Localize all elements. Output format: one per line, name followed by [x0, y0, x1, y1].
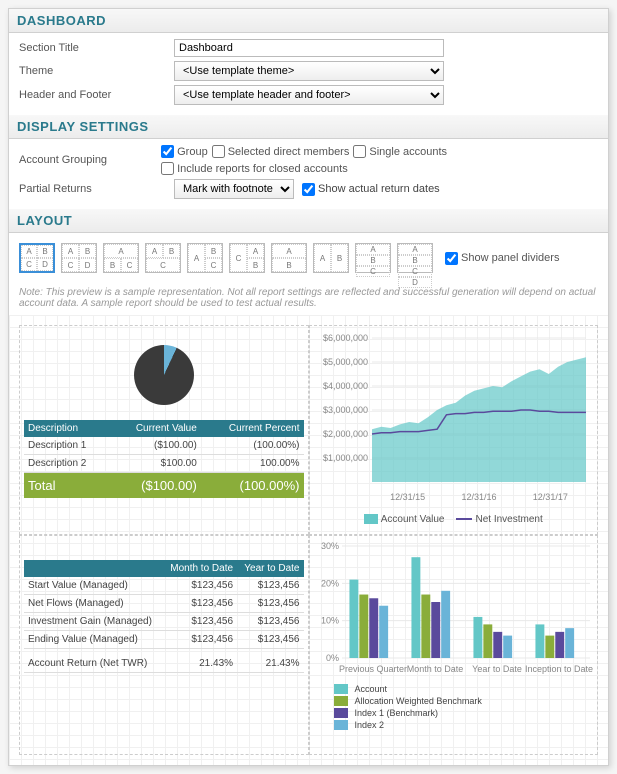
preview-cell-b: $1,000,000 $2,000,000 $3,000,000 $4,000,000… — [309, 325, 599, 535]
theme-select[interactable]: <Use template theme> — [174, 61, 444, 81]
header-footer-select[interactable]: <Use template header and footer> — [174, 85, 444, 105]
preview-cell-d: 0% 10% 20% 30% Previous QuarterMonth to Date… — [309, 535, 599, 755]
svg-text:12/31/15: 12/31/15 — [390, 492, 425, 502]
performance-table: Month to DateYear to Date Start Value (M… — [24, 560, 304, 673]
layout-thumb-8[interactable]: AB — [313, 243, 349, 273]
svg-text:$5,000,000: $5,000,000 — [322, 357, 367, 367]
layout-thumb-9[interactable]: ABC — [355, 243, 391, 273]
svg-text:Month to Date: Month to Date — [406, 664, 463, 674]
section-header-layout: LAYOUT — [9, 209, 608, 233]
single-accounts-checkbox[interactable] — [353, 145, 366, 158]
table-row: Description 1($100.00)(100.00%) — [24, 437, 304, 455]
header-footer-label: Header and Footer — [19, 89, 174, 101]
section-header-display: DISPLAY SETTINGS — [9, 115, 608, 139]
show-actual-label: Show actual return dates — [318, 183, 440, 195]
svg-text:Inception to Date: Inception to Date — [524, 664, 592, 674]
include-closed-checkbox[interactable] — [161, 162, 174, 175]
svg-text:0%: 0% — [325, 653, 338, 663]
layout-thumb-1[interactable]: ABCD — [19, 243, 55, 273]
account-grouping-label: Account Grouping — [19, 154, 161, 166]
layout-note: Note: This preview is a sample represent… — [9, 287, 608, 315]
svg-text:12/31/17: 12/31/17 — [532, 492, 567, 502]
svg-text:$6,000,000: $6,000,000 — [322, 333, 367, 343]
layout-thumb-3[interactable]: ABC — [103, 243, 139, 273]
group-checkbox[interactable] — [161, 145, 174, 158]
section-title-input[interactable] — [174, 39, 444, 57]
section-header-dashboard: DASHBOARD — [9, 9, 608, 33]
show-dividers-checkbox[interactable] — [445, 252, 458, 265]
svg-text:12/31/16: 12/31/16 — [461, 492, 496, 502]
svg-text:Year to Date: Year to Date — [472, 664, 522, 674]
group-label: Group — [177, 146, 208, 158]
partial-returns-label: Partial Returns — [19, 183, 174, 195]
theme-label: Theme — [19, 65, 174, 77]
layout-thumb-6[interactable]: ACB — [229, 243, 265, 273]
table-row: Investment Gain (Managed)$123,456$123,45… — [24, 613, 304, 631]
total-row: Total($100.00)(100.00%) — [24, 473, 304, 499]
area-chart: $1,000,000 $2,000,000 $3,000,000 $4,000,000… — [314, 330, 594, 510]
layout-thumb-4[interactable]: ABC — [145, 243, 181, 273]
svg-text:$1,000,000: $1,000,000 — [322, 453, 367, 463]
svg-text:Previous Quarter: Previous Quarter — [338, 664, 406, 674]
description-table: DescriptionCurrent ValueCurrent Percent … — [24, 420, 304, 498]
area-legend: Account Value Net Investment — [314, 510, 594, 529]
layout-thumb-7[interactable]: AB — [271, 243, 307, 273]
include-closed-label: Include reports for closed accounts — [177, 163, 348, 175]
bar-legend: Account Allocation Weighted Benchmark In… — [314, 680, 594, 730]
preview-cell-c: Month to DateYear to Date Start Value (M… — [19, 535, 309, 755]
partial-returns-select[interactable]: Mark with footnote — [174, 179, 294, 199]
selected-direct-label: Selected direct members — [228, 146, 350, 158]
show-actual-checkbox[interactable] — [302, 183, 315, 196]
preview-cell-a: DescriptionCurrent ValueCurrent Percent … — [19, 325, 309, 535]
table-row: Account Return (Net TWR)21.43%21.43% — [24, 655, 304, 673]
selected-direct-checkbox[interactable] — [212, 145, 225, 158]
svg-text:$3,000,000: $3,000,000 — [322, 405, 367, 415]
layout-thumb-2[interactable]: ABCD — [61, 243, 97, 273]
table-row: Description 2$100.00100.00% — [24, 455, 304, 473]
layout-thumb-10[interactable]: ABCD — [397, 243, 433, 273]
svg-text:$4,000,000: $4,000,000 — [322, 381, 367, 391]
pie-chart — [134, 345, 194, 405]
svg-text:30%: 30% — [320, 541, 338, 551]
layout-thumbnails: ABCD ABCD ABC ABC ABC ACB AB AB ABC ABCD… — [19, 239, 598, 281]
table-row: Net Flows (Managed)$123,456$123,456 — [24, 595, 304, 613]
table-row: Start Value (Managed)$123,456$123,456 — [24, 577, 304, 595]
svg-text:$2,000,000: $2,000,000 — [322, 429, 367, 439]
layout-thumb-5[interactable]: ABC — [187, 243, 223, 273]
bar-chart: 0% 10% 20% 30% Previous QuarterMonth to Date… — [314, 540, 594, 680]
single-accounts-label: Single accounts — [369, 146, 447, 158]
svg-text:10%: 10% — [320, 616, 338, 626]
section-title-label: Section Title — [19, 42, 174, 54]
svg-text:20%: 20% — [320, 578, 338, 588]
preview-grid: DescriptionCurrent ValueCurrent Percent … — [9, 315, 608, 765]
show-dividers-label: Show panel dividers — [461, 252, 559, 264]
table-row: Ending Value (Managed)$123,456$123,456 — [24, 631, 304, 649]
